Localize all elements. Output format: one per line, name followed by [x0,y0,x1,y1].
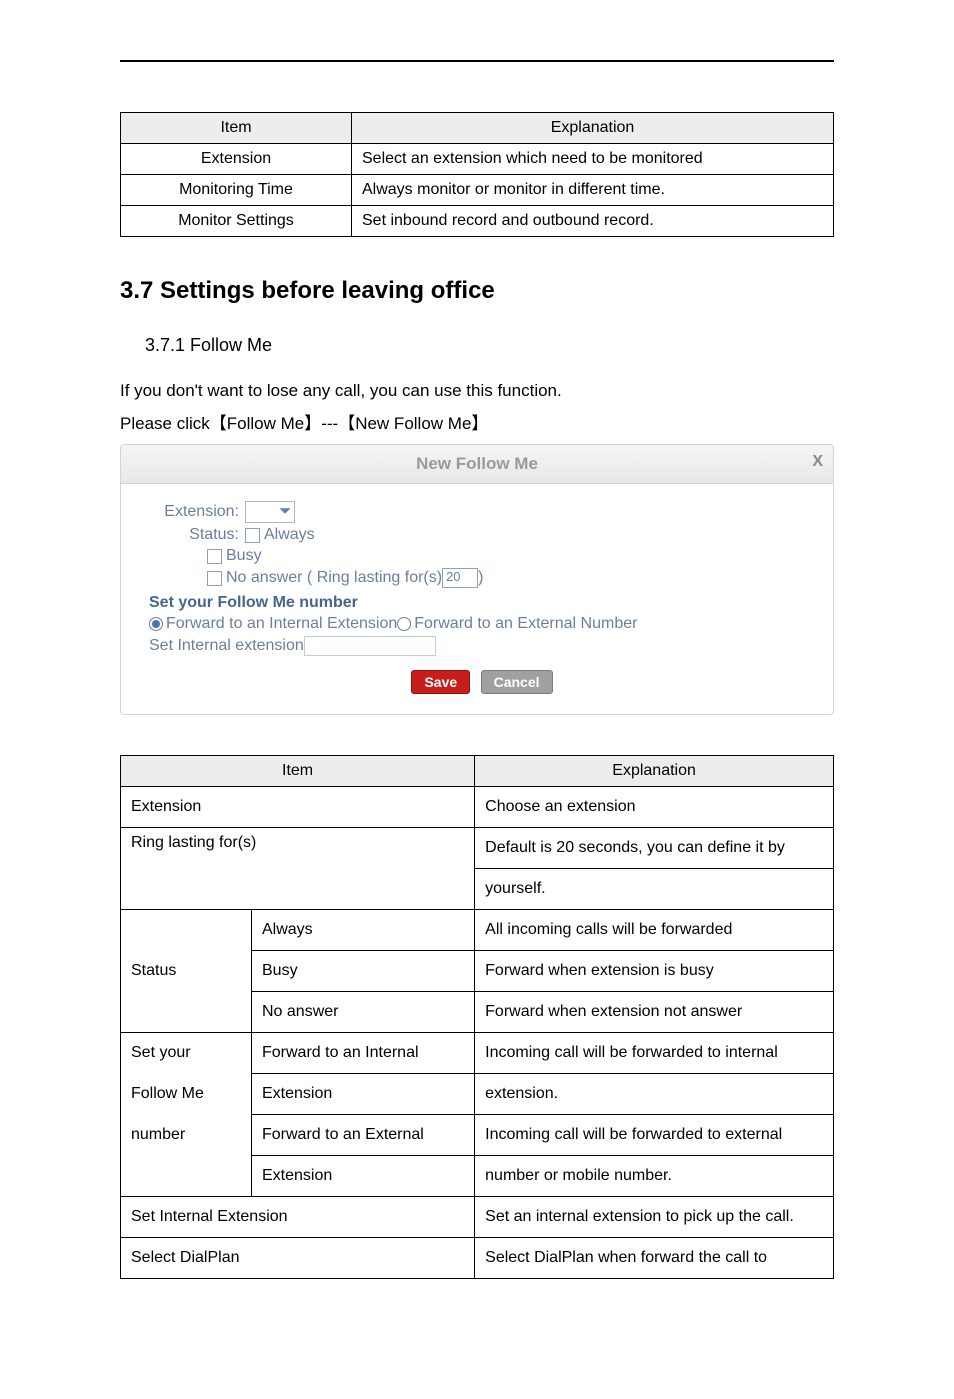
panel-body: Extension: Status: Always Busy No answer… [121,484,833,714]
cell-sub: Forward to an External [252,1115,475,1156]
th-expl: Explanation [352,113,834,144]
cell-item: Monitoring Time [121,175,352,206]
ring-seconds-input[interactable]: 20 [442,568,478,588]
cell-sub: Busy [252,951,475,992]
busy-checkbox[interactable] [207,549,222,564]
forward-external-radio[interactable] [397,617,411,631]
cell-expl: Set inbound record and outbound record. [352,206,834,237]
table-row: Monitoring Time Always monitor or monito… [121,175,834,206]
close-icon[interactable]: X [812,453,823,471]
table-row: Set Internal Extension Set an internal e… [121,1197,834,1238]
table-row: Set your Forward to an Internal Incoming… [121,1033,834,1074]
cell-item: number [121,1115,252,1156]
cell-expl: Incoming call will be forwarded to inter… [475,1033,834,1074]
new-follow-me-panel: New Follow Me X Extension: Status: Alway… [120,444,834,715]
forward-external-label: Forward to an External Number [414,615,637,633]
monitor-table: Item Explanation Extension Select an ext… [120,112,834,237]
table-row: Status Always All incoming calls will be… [121,910,834,951]
header-rule [120,60,834,62]
cell-sub: Always [252,910,475,951]
cell-expl: Select DialPlan when forward the call to [475,1238,834,1279]
cell-expl: Select an extension which need to be mon… [352,144,834,175]
cell-expl: Incoming call will be forwarded to exter… [475,1115,834,1156]
save-button[interactable]: Save [411,670,470,694]
cell-expl: Choose an extension [475,787,834,828]
subsection-heading: 3.7.1 Follow Me [145,335,834,356]
forward-internal-label: Forward to an Internal Extension [166,615,397,633]
cell-item: Extension [121,787,475,828]
cell-expl: Forward when extension not answer [475,992,834,1033]
set-internal-label: Set Internal extension [149,637,304,655]
cell-expl: Set an internal extension to pick up the… [475,1197,834,1238]
followme-explanation-table: Item Explanation Extension Choose an ext… [120,755,834,1279]
always-checkbox[interactable] [245,528,260,543]
cell-sub: Extension [252,1156,475,1197]
status-label: Status: [149,526,239,544]
table-row: Ring lasting for(s) Default is 20 second… [121,828,834,869]
panel-titlebar: New Follow Me X [121,445,833,484]
table-row: number Forward to an External Incoming c… [121,1115,834,1156]
cell-item: Status [121,910,252,1033]
table-row: Follow Me Extension extension. [121,1074,834,1115]
panel-title: New Follow Me [416,454,538,474]
cancel-button[interactable]: Cancel [481,670,553,694]
section-heading: 3.7 Settings before leaving office [120,277,834,305]
cell-expl: Forward when extension is busy [475,951,834,992]
busy-label: Busy [226,547,262,565]
cell-expl: yourself. [475,869,834,910]
cell-expl: number or mobile number. [475,1156,834,1197]
th-item: Item [121,113,352,144]
table-row: Extension number or mobile number. [121,1156,834,1197]
forward-internal-radio[interactable] [149,617,163,631]
cell-expl: Default is 20 seconds, you can define it… [475,828,834,869]
extension-label: Extension: [149,503,239,521]
cell-item: Select DialPlan [121,1238,475,1279]
cell-item: Set your [121,1033,252,1074]
th-expl: Explanation [475,756,834,787]
internal-extension-input[interactable] [304,636,436,656]
cell-expl: extension. [475,1074,834,1115]
table-row: Select DialPlan Select DialPlan when for… [121,1238,834,1279]
cell-item: Ring lasting for(s) [121,828,475,910]
extension-select[interactable] [245,501,295,523]
table-row: Monitor Settings Set inbound record and … [121,206,834,237]
follow-me-number-heading: Set your Follow Me number [149,594,815,612]
noanswer-checkbox[interactable] [207,571,222,586]
always-label: Always [264,526,315,544]
cell-expl: All incoming calls will be forwarded [475,910,834,951]
cell-sub: Forward to an Internal [252,1033,475,1074]
noanswer-label-pre: No answer ( Ring lasting for(s) [226,569,442,587]
paragraph: Please click【Follow Me】---【New Follow Me… [120,409,834,434]
cell-item [121,1156,252,1197]
cell-sub: No answer [252,992,475,1033]
cell-item: Follow Me [121,1074,252,1115]
cell-item: Monitor Settings [121,206,352,237]
noanswer-label-post: ) [478,569,483,587]
chevron-down-icon [278,504,292,518]
cell-item: Set Internal Extension [121,1197,475,1238]
cell-sub: Extension [252,1074,475,1115]
th-item: Item [121,756,475,787]
table-row: Extension Select an extension which need… [121,144,834,175]
paragraph: If you don't want to lose any call, you … [120,381,834,401]
table-row: Extension Choose an extension [121,787,834,828]
cell-item: Extension [121,144,352,175]
cell-expl: Always monitor or monitor in different t… [352,175,834,206]
